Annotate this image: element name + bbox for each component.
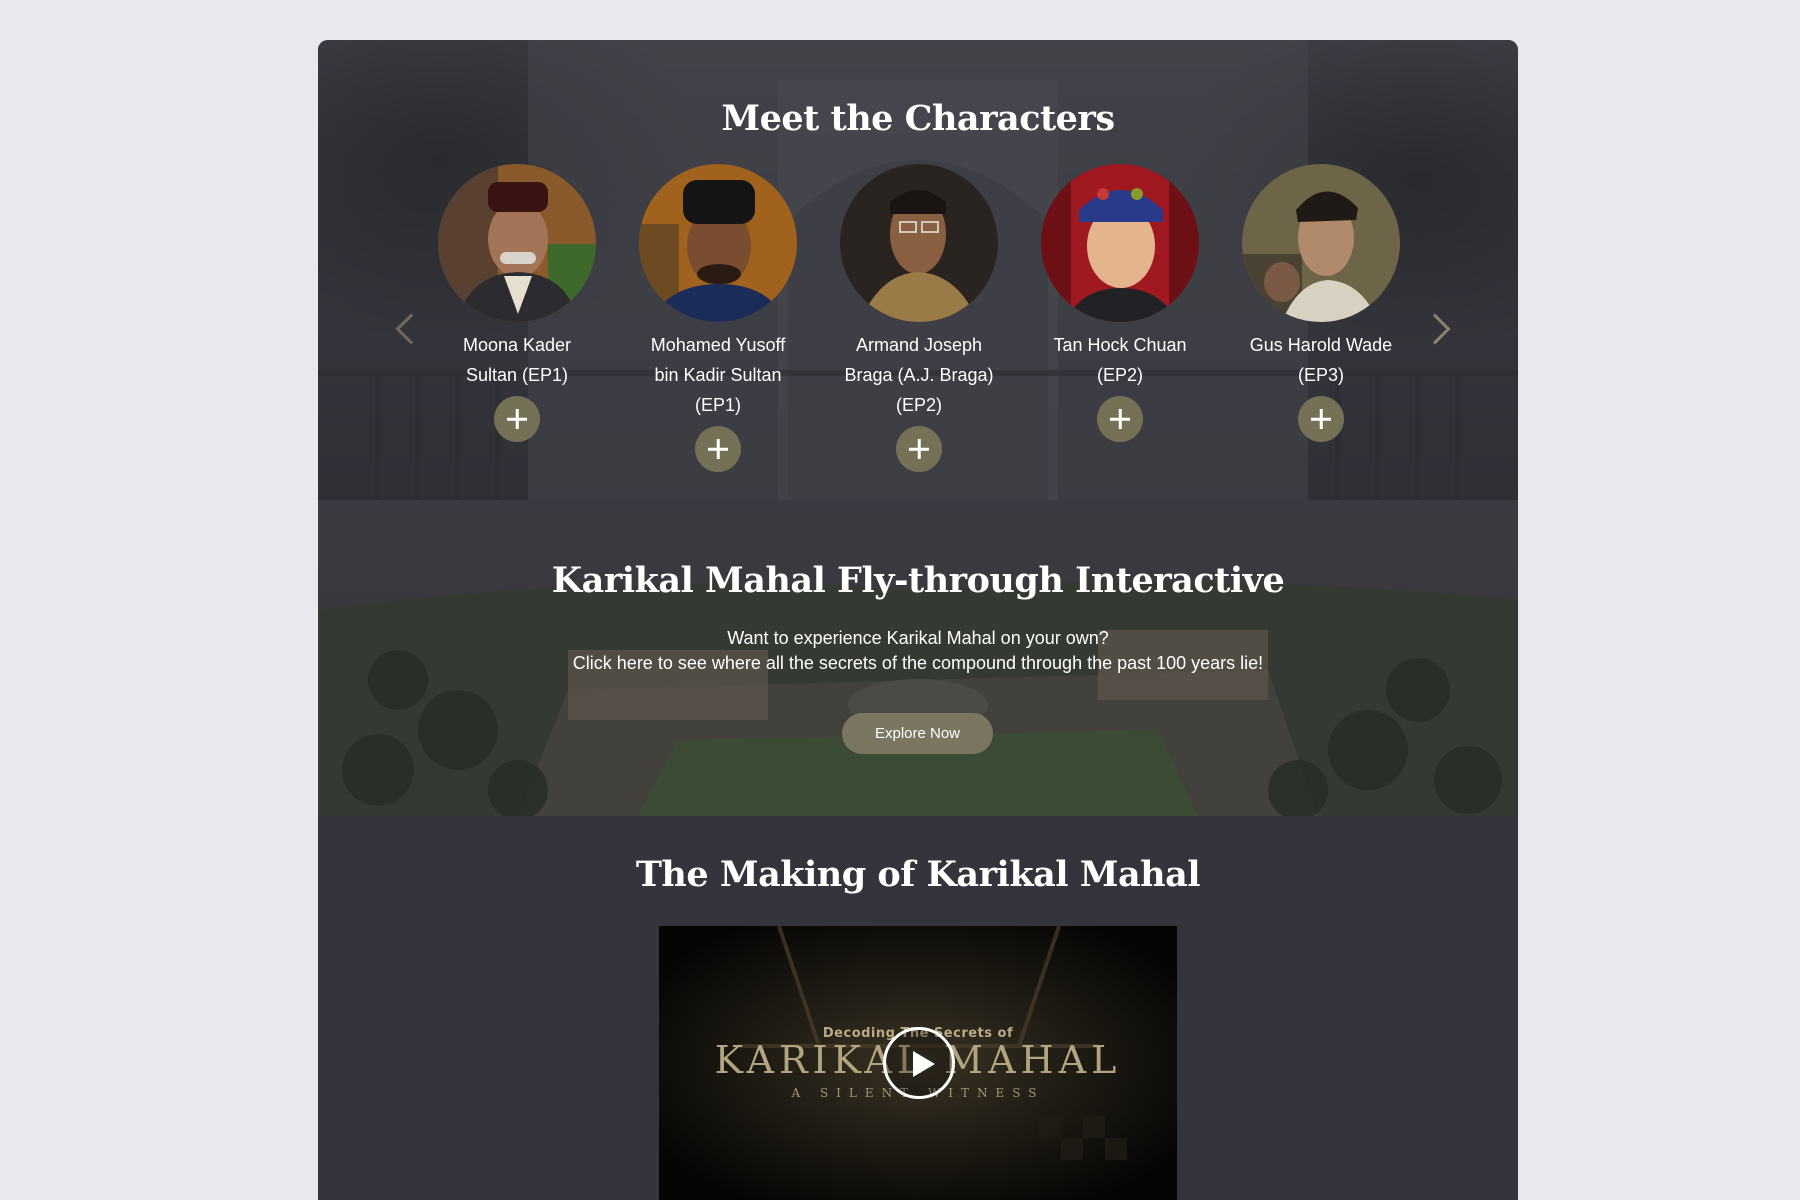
character-name: Gus Harold Wade (EP3) bbox=[1235, 330, 1407, 390]
character-name-line: Gus Harold Wade bbox=[1249, 335, 1393, 355]
plus-icon[interactable] bbox=[896, 426, 942, 472]
character-photo[interactable] bbox=[1242, 164, 1400, 322]
character-photo[interactable] bbox=[639, 164, 797, 322]
character-card: Armand Joseph Braga (A.J. Braga) (EP2) bbox=[833, 164, 1005, 472]
character-name-line: Braga (A.J. Braga) bbox=[844, 365, 994, 385]
character-name-line: Armand Joseph bbox=[855, 335, 983, 355]
play-icon[interactable] bbox=[883, 1027, 955, 1099]
character-name-line: (EP2) bbox=[895, 395, 942, 415]
chevron-right-icon[interactable] bbox=[1419, 313, 1451, 345]
plus-icon[interactable] bbox=[494, 396, 540, 442]
character-name-line: bin Kadir Sultan bbox=[654, 365, 782, 385]
character-photo[interactable] bbox=[1041, 164, 1199, 322]
characters-section: Meet the Characters Moona Kader Sultan (… bbox=[318, 40, 1518, 500]
character-name-line: Moona Kader bbox=[462, 335, 572, 355]
video-player[interactable]: Decoding The Secrets of KARIKAL MAHAL A … bbox=[659, 926, 1177, 1200]
character-photo[interactable] bbox=[438, 164, 596, 322]
flythrough-title: Karikal Mahal Fly-through Interactive bbox=[551, 560, 1285, 601]
flythrough-section: Karikal Mahal Fly-through Interactive Wa… bbox=[318, 500, 1518, 816]
character-card: Tan Hock Chuan (EP2) bbox=[1034, 164, 1206, 442]
character-name-line: (EP2) bbox=[1096, 365, 1143, 385]
chevron-left-icon[interactable] bbox=[395, 313, 427, 345]
character-name-line: Sultan (EP1) bbox=[465, 365, 569, 385]
character-photo[interactable] bbox=[840, 164, 998, 322]
making-title: The Making of Karikal Mahal bbox=[635, 854, 1201, 895]
plus-icon[interactable] bbox=[695, 426, 741, 472]
character-name: Mohamed Yusoff bin Kadir Sultan (EP1) bbox=[632, 330, 804, 420]
explore-now-button[interactable]: Explore Now bbox=[842, 713, 993, 754]
character-card: Gus Harold Wade (EP3) bbox=[1235, 164, 1407, 442]
flythrough-description: Want to experience Karikal Mahal on your… bbox=[727, 628, 1109, 648]
character-name-line: (EP1) bbox=[694, 395, 741, 415]
character-name: Moona Kader Sultan (EP1) bbox=[431, 330, 603, 390]
plus-icon[interactable] bbox=[1097, 396, 1143, 442]
flythrough-description: Click here to see where all the secrets … bbox=[572, 653, 1264, 673]
characters-title: Meet the Characters bbox=[721, 98, 1115, 139]
character-name: Armand Joseph Braga (A.J. Braga) (EP2) bbox=[833, 330, 1005, 420]
making-section: The Making of Karikal Mahal Decoding The… bbox=[318, 816, 1518, 1200]
character-card: Mohamed Yusoff bin Kadir Sultan (EP1) bbox=[632, 164, 804, 472]
character-name-line: Tan Hock Chuan bbox=[1053, 335, 1187, 355]
character-card: Moona Kader Sultan (EP1) bbox=[431, 164, 603, 442]
character-name: Tan Hock Chuan (EP2) bbox=[1034, 330, 1206, 390]
plus-icon[interactable] bbox=[1298, 396, 1344, 442]
character-name-line: Mohamed Yusoff bbox=[650, 335, 786, 355]
character-name-line: (EP3) bbox=[1297, 365, 1344, 385]
content-card: Meet the Characters Moona Kader Sultan (… bbox=[318, 40, 1518, 1200]
